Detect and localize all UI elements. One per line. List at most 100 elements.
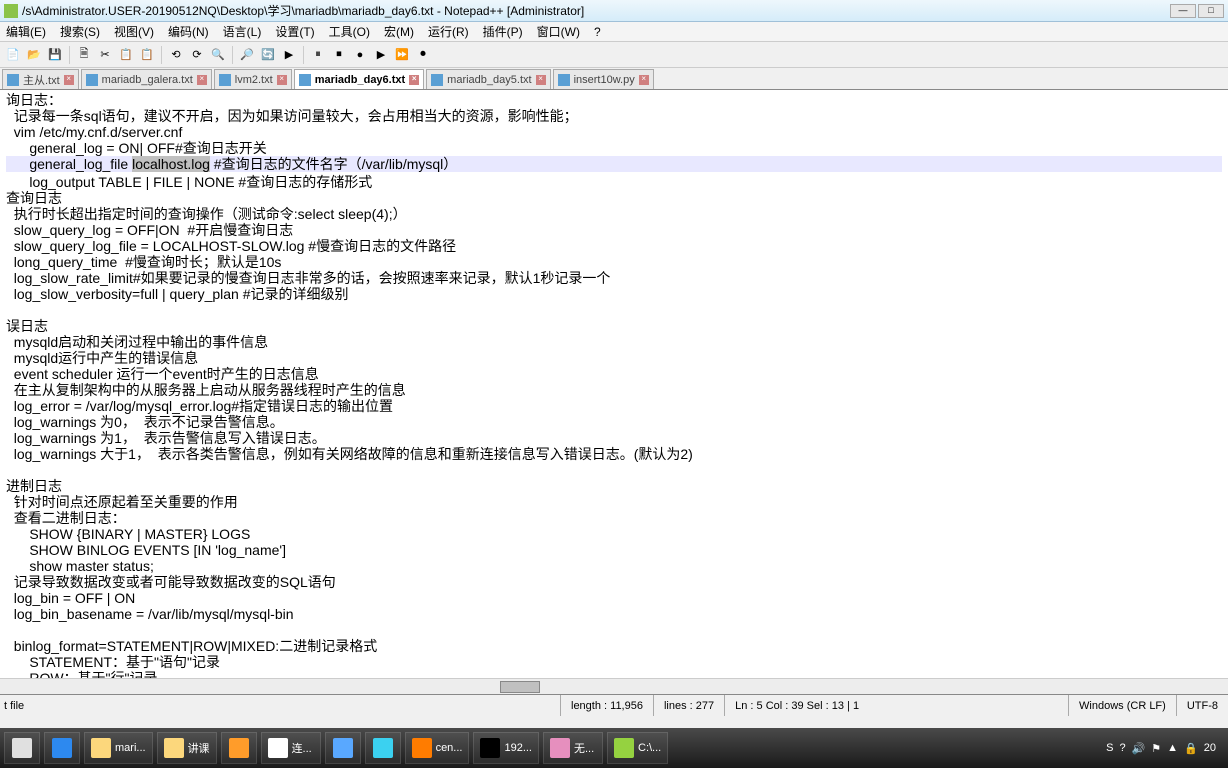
toolbar-button[interactable]: 🔎 (238, 46, 256, 64)
menu-item[interactable]: 运行(R) (428, 23, 469, 40)
toolbar-button[interactable]: ⟲ (167, 46, 185, 64)
toolbar-button[interactable]: 🔄 (259, 46, 277, 64)
editor-line[interactable]: log_warnings 为0， 表示不记录告警信息。 (6, 414, 1222, 430)
taskbar-button[interactable]: mari... (84, 732, 153, 764)
editor-line[interactable]: event scheduler 运行一个event时产生的日志信息 (6, 366, 1222, 382)
editor-line[interactable]: log_slow_rate_limit#如果要记录的慢查询日志非常多的话，会按照… (6, 270, 1222, 286)
toolbar-button[interactable]: ● (351, 46, 369, 64)
text-editor[interactable]: 询日志： 记录每一条sql语句，建议不开启，因为如果访问量较大，会占用相当大的资… (0, 90, 1228, 678)
editor-line[interactable] (6, 462, 1222, 478)
editor-line[interactable]: 查询日志 (6, 190, 1222, 206)
tray-icon[interactable]: 🔊 (1132, 742, 1146, 755)
editor-line[interactable]: mysqld运行中产生的错误信息 (6, 350, 1222, 366)
menu-item[interactable]: 编辑(E) (6, 23, 46, 40)
taskbar-button[interactable]: 讲课 (157, 732, 217, 764)
tray-icon[interactable]: 20 (1204, 742, 1216, 754)
menu-item[interactable]: 视图(V) (114, 23, 154, 40)
editor-line[interactable]: 记录每一条sql语句，建议不开启，因为如果访问量较大，会占用相当大的资源，影响性… (6, 108, 1222, 124)
minimize-button[interactable]: — (1170, 4, 1196, 18)
menu-item[interactable]: 窗口(W) (537, 23, 580, 40)
editor-line[interactable]: log_output TABLE | FILE | NONE #查询日志的存储形… (6, 174, 1222, 190)
editor-line[interactable]: general_log_file localhost.log #查询日志的文件名… (6, 156, 1222, 172)
menu-item[interactable]: 编码(N) (168, 23, 209, 40)
document-tab[interactable]: mariadb_galera.txt× (81, 69, 212, 89)
editor-line[interactable]: 误日志 (6, 318, 1222, 334)
toolbar-button[interactable]: ⏺ (414, 46, 432, 64)
editor-line[interactable]: 进制日志 (6, 478, 1222, 494)
maximize-button[interactable]: □ (1198, 4, 1224, 18)
toolbar-button[interactable]: 📋 (117, 46, 135, 64)
document-tab[interactable]: lvm2.txt× (214, 69, 292, 89)
taskbar-button[interactable] (221, 732, 257, 764)
editor-line[interactable]: log_error = /var/log/mysql_error.log#指定错… (6, 398, 1222, 414)
editor-line[interactable]: 记录导致数据改变或者可能导致数据改变的SQL语句 (6, 574, 1222, 590)
editor-line[interactable]: log_warnings 大于1， 表示各类告警信息，例如有关网络故障的信息和重… (6, 446, 1222, 462)
scrollbar-thumb[interactable] (500, 681, 540, 693)
editor-line[interactable]: log_bin = OFF | ON (6, 590, 1222, 606)
document-tab[interactable]: 主从.txt× (2, 69, 79, 89)
editor-line[interactable]: log_slow_verbosity=full | query_plan #记录… (6, 286, 1222, 302)
close-tab-icon[interactable]: × (64, 75, 74, 85)
menu-item[interactable]: 设置(T) (275, 23, 314, 40)
taskbar-button[interactable] (325, 732, 361, 764)
editor-line[interactable]: vim /etc/my.cnf.d/server.cnf (6, 124, 1222, 140)
editor-line[interactable]: mysqld启动和关闭过程中输出的事件信息 (6, 334, 1222, 350)
editor-line[interactable]: ROW：基于"行"记录 (6, 670, 1222, 678)
taskbar-button[interactable]: C:\... (607, 732, 668, 764)
menu-item[interactable]: 工具(O) (329, 23, 370, 40)
editor-line[interactable]: binlog_format=STATEMENT|ROW|MIXED:二进制记录格… (6, 638, 1222, 654)
toolbar-button[interactable]: 💾 (46, 46, 64, 64)
editor-line[interactable]: 查看二进制日志： (6, 510, 1222, 526)
editor-line[interactable]: 询日志： (6, 92, 1222, 108)
menu-item[interactable]: 搜索(S) (60, 23, 100, 40)
editor-line[interactable]: SHOW {BINARY | MASTER} LOGS (6, 526, 1222, 542)
toolbar-button[interactable]: 📄 (4, 46, 22, 64)
editor-line[interactable]: show master status; (6, 558, 1222, 574)
taskbar-button[interactable]: 无... (543, 732, 603, 764)
toolbar-button[interactable]: 📋 (138, 46, 156, 64)
toolbar-button[interactable]: ⏹ (330, 46, 348, 64)
editor-line[interactable] (6, 622, 1222, 638)
menu-item[interactable]: 语言(L) (223, 23, 262, 40)
taskbar-button[interactable]: 连... (261, 732, 321, 764)
tray-icon[interactable]: 🔒 (1184, 742, 1198, 755)
editor-line[interactable]: STATEMENT：基于"语句"记录 (6, 654, 1222, 670)
editor-line[interactable]: log_warnings 为1， 表示告警信息写入错误日志。 (6, 430, 1222, 446)
taskbar-button[interactable] (4, 732, 40, 764)
close-tab-icon[interactable]: × (536, 75, 546, 85)
editor-line[interactable]: log_bin_basename = /var/lib/mysql/mysql-… (6, 606, 1222, 622)
tray-icon[interactable]: ? (1119, 742, 1125, 754)
horizontal-scrollbar[interactable] (0, 678, 1228, 694)
toolbar-button[interactable]: ⏸ (309, 46, 327, 64)
toolbar-button[interactable]: ▶ (280, 46, 298, 64)
tray-icon[interactable]: ▲ (1167, 742, 1178, 754)
toolbar-button[interactable]: 📂 (25, 46, 43, 64)
editor-line[interactable]: 执行时长超出指定时间的查询操作（测试命令:select sleep(4);） (6, 206, 1222, 222)
document-tab[interactable]: insert10w.py× (553, 69, 654, 89)
document-tab[interactable]: mariadb_day6.txt× (294, 69, 424, 89)
close-tab-icon[interactable]: × (277, 75, 287, 85)
menu-item[interactable]: ? (594, 25, 601, 39)
editor-line[interactable]: long_query_time #慢查询时长；默认是10s (6, 254, 1222, 270)
toolbar-button[interactable]: ▶ (372, 46, 390, 64)
menu-item[interactable]: 宏(M) (384, 23, 414, 40)
close-tab-icon[interactable]: × (409, 75, 419, 85)
tray-icon[interactable]: ⚑ (1151, 742, 1161, 755)
editor-line[interactable]: 在主从复制架构中的从服务器上启动从服务器线程时产生的信息 (6, 382, 1222, 398)
editor-line[interactable]: slow_query_log_file = LOCALHOST-SLOW.log… (6, 238, 1222, 254)
close-tab-icon[interactable]: × (639, 75, 649, 85)
editor-line[interactable]: 针对时间点还原起着至关重要的作用 (6, 494, 1222, 510)
editor-line[interactable]: general_log = ON| OFF#查询日志开关 (6, 140, 1222, 156)
toolbar-button[interactable]: 🗎 (75, 46, 93, 64)
document-tab[interactable]: mariadb_day5.txt× (426, 69, 550, 89)
close-tab-icon[interactable]: × (197, 75, 207, 85)
taskbar-button[interactable]: 192... (473, 732, 539, 764)
editor-line[interactable] (6, 302, 1222, 318)
taskbar-button[interactable] (365, 732, 401, 764)
editor-line[interactable]: slow_query_log = OFF|ON #开启慢查询日志 (6, 222, 1222, 238)
toolbar-button[interactable]: 🔍 (209, 46, 227, 64)
toolbar-button[interactable]: ⟳ (188, 46, 206, 64)
taskbar-button[interactable] (44, 732, 80, 764)
taskbar-button[interactable]: cen... (405, 732, 470, 764)
toolbar-button[interactable]: ⏩ (393, 46, 411, 64)
